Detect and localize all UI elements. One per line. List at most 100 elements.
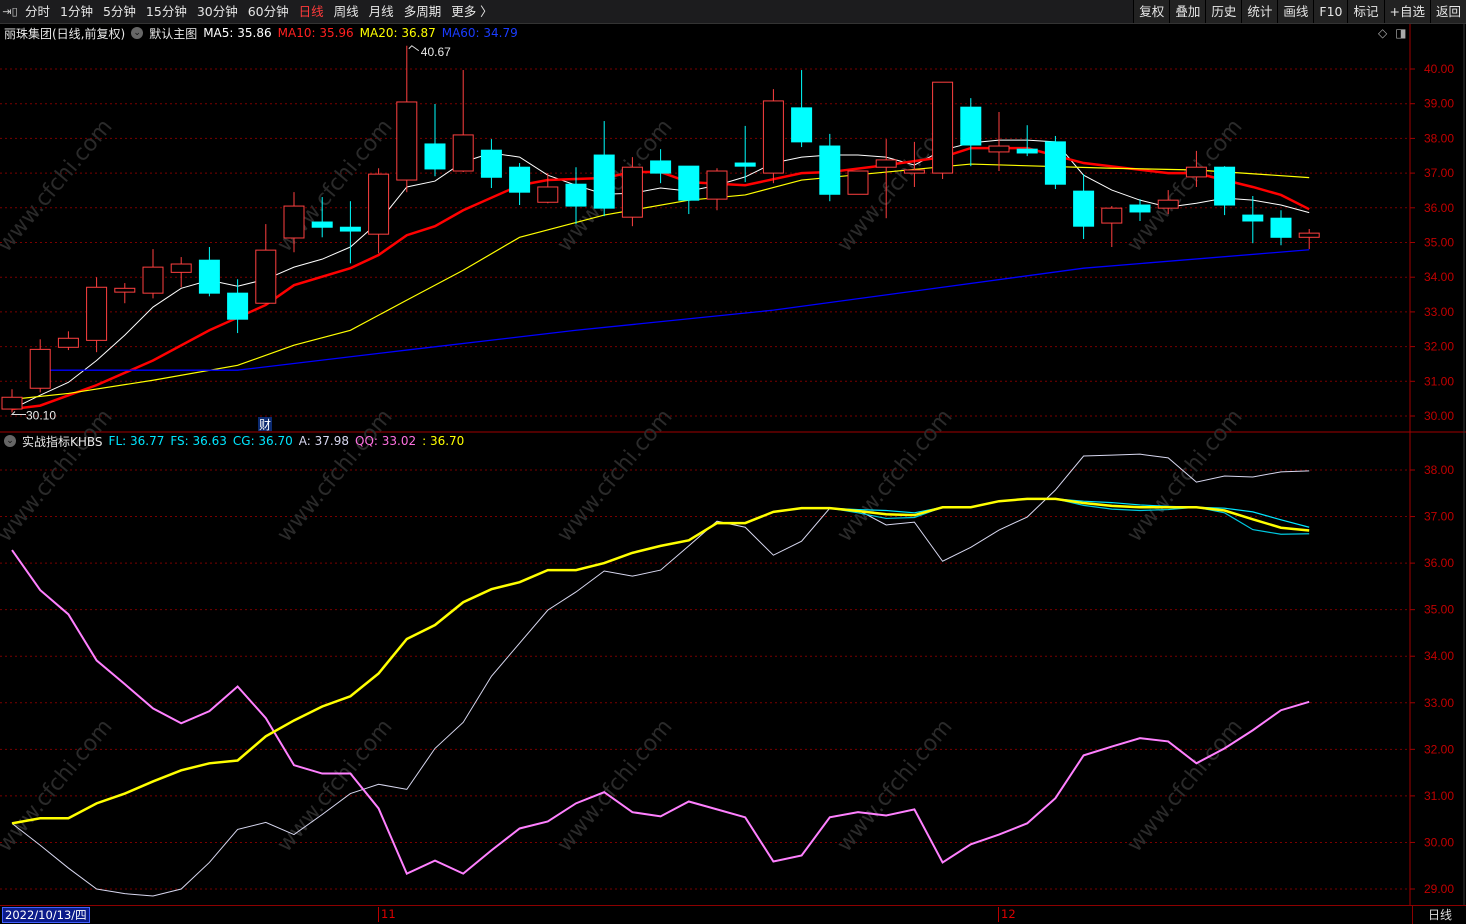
candle	[198, 247, 220, 297]
toolbar-button-4[interactable]: 画线	[1277, 0, 1314, 23]
candle	[1, 389, 23, 413]
main-chart-legend: 丽珠集团(日线,前复权) ⌄ 默认主图 MA5: 35.86 MA10: 35.…	[4, 25, 518, 41]
toolbar-button-0[interactable]: 复权	[1133, 0, 1170, 23]
tab-5[interactable]: 60分钟	[243, 0, 294, 23]
indicator-tick-label: 37.00	[1424, 510, 1454, 524]
price-tick-label: 33.00	[1424, 305, 1454, 319]
finance-marker[interactable]: 财	[259, 418, 271, 432]
watermark-text: www.cfchi.com	[0, 405, 118, 547]
candle-body	[1, 396, 23, 410]
watermark-text: www.cfchi.com	[552, 715, 677, 857]
tab-1[interactable]: 1分钟	[55, 0, 98, 23]
candle-body	[1073, 190, 1095, 227]
candle-body	[1214, 166, 1236, 206]
candle	[452, 70, 474, 173]
toolbar-button-1[interactable]: 叠加	[1169, 0, 1206, 23]
candle	[706, 168, 728, 211]
watermark-text: www.cfchi.com	[272, 405, 397, 547]
candle-body	[1242, 214, 1264, 222]
template-selector[interactable]: 默认主图	[149, 25, 197, 42]
grid-lines	[0, 68, 1466, 890]
candle-body	[706, 170, 728, 200]
price-tick-label: 32.00	[1424, 340, 1454, 354]
candle	[988, 112, 1010, 172]
candle	[396, 45, 418, 193]
candle-body	[339, 226, 361, 232]
toolbar-button-2[interactable]: 历史	[1205, 0, 1242, 23]
price-tick-label: 35.00	[1424, 236, 1454, 250]
ma5-value: MA5: 35.86	[203, 26, 272, 40]
candle	[170, 257, 192, 288]
candle-body	[255, 249, 277, 304]
candle	[678, 165, 700, 215]
indicator-lines	[11, 453, 1310, 897]
watermark-text: www.cfchi.com	[832, 405, 957, 547]
cg-line	[11, 497, 1310, 825]
candle-body	[593, 154, 615, 209]
price-tick-label: 38.00	[1424, 131, 1454, 145]
indicator-tick-label: 36.00	[1424, 556, 1454, 570]
a-line	[11, 453, 1310, 897]
candle	[819, 133, 841, 202]
candle	[368, 168, 390, 254]
candle	[255, 224, 277, 304]
candle-body	[29, 348, 51, 389]
stock-title: 丽珠集团(日线,前复权)	[4, 26, 126, 41]
candle	[847, 170, 869, 195]
indicator-tick-label: 29.00	[1424, 882, 1454, 896]
watermark-text: www.cfchi.com	[832, 715, 957, 857]
candle	[480, 139, 502, 189]
tab-3[interactable]: 15分钟	[141, 0, 192, 23]
tab-0[interactable]: 分时	[20, 0, 55, 23]
indicator-tick-label: 33.00	[1424, 696, 1454, 710]
candlesticks	[1, 45, 1320, 413]
indicator-tick-label: 34.00	[1424, 649, 1454, 663]
candle	[1044, 135, 1066, 190]
candle-body	[762, 100, 784, 174]
candle-body	[57, 337, 79, 348]
extra-value: : 36.70	[422, 434, 465, 448]
ma60-value: MA60: 34.79	[441, 26, 518, 40]
candle-body	[1044, 141, 1066, 185]
tab-10[interactable]: 更多 〉	[446, 0, 497, 23]
candle-body	[875, 159, 897, 168]
candle-body	[142, 266, 164, 294]
toolbar-button-8[interactable]: 返回	[1429, 0, 1466, 23]
collapse-sidebar-icon[interactable]: ⇥▯	[0, 0, 20, 23]
diamond-icon[interactable]: ◇	[1378, 26, 1387, 40]
tab-6[interactable]: 日线	[294, 0, 329, 23]
indicator-tick-label: 32.00	[1424, 742, 1454, 756]
candle	[1298, 228, 1320, 250]
tab-2[interactable]: 5分钟	[98, 0, 141, 23]
panel-toggle-icon[interactable]: ◨	[1395, 26, 1406, 40]
candle	[593, 121, 615, 217]
period-label[interactable]: 日线	[1412, 906, 1466, 924]
fs-line	[11, 498, 1310, 824]
candle	[621, 157, 643, 227]
candle-body	[1016, 148, 1038, 154]
chart-canvas[interactable]: www.cfchi.com www.cfchi.com www.cfchi.com w…	[0, 0, 1466, 923]
tab-7[interactable]: 周线	[329, 0, 364, 23]
toolbar-button-7[interactable]: +自选	[1383, 0, 1430, 23]
toolbar-button-5[interactable]: F10	[1313, 0, 1348, 23]
candle-body	[847, 170, 869, 195]
candle-body	[227, 292, 249, 320]
price-tick-label: 34.00	[1424, 270, 1454, 284]
watermark-text: www.cfchi.com	[552, 405, 677, 547]
fs-value: FS: 36.63	[170, 434, 227, 448]
toolbar-button-3[interactable]: 统计	[1241, 0, 1278, 23]
tab-4[interactable]: 30分钟	[192, 0, 243, 23]
toolbar-button-6[interactable]: 标记	[1347, 0, 1384, 23]
tab-9[interactable]: 多周期	[399, 0, 447, 23]
candle	[227, 279, 249, 334]
chevron-down-icon[interactable]: ⌄	[4, 435, 16, 447]
current-date: 2022/10/13/四	[2, 907, 90, 923]
tab-8[interactable]: 月线	[364, 0, 399, 23]
indicator-name[interactable]: 实战指标KHBS	[22, 433, 103, 450]
candle-body	[1129, 204, 1151, 213]
candle	[114, 283, 136, 304]
chevron-down-icon[interactable]: ⌄	[131, 27, 144, 39]
watermark-text: www.cfchi.com	[1122, 715, 1247, 857]
fl-value: FL: 36.77	[108, 434, 165, 448]
price-axis: 40.00 39.00 38.00 37.00 36.00 35.00 34.00 33.00…	[1409, 24, 1465, 905]
